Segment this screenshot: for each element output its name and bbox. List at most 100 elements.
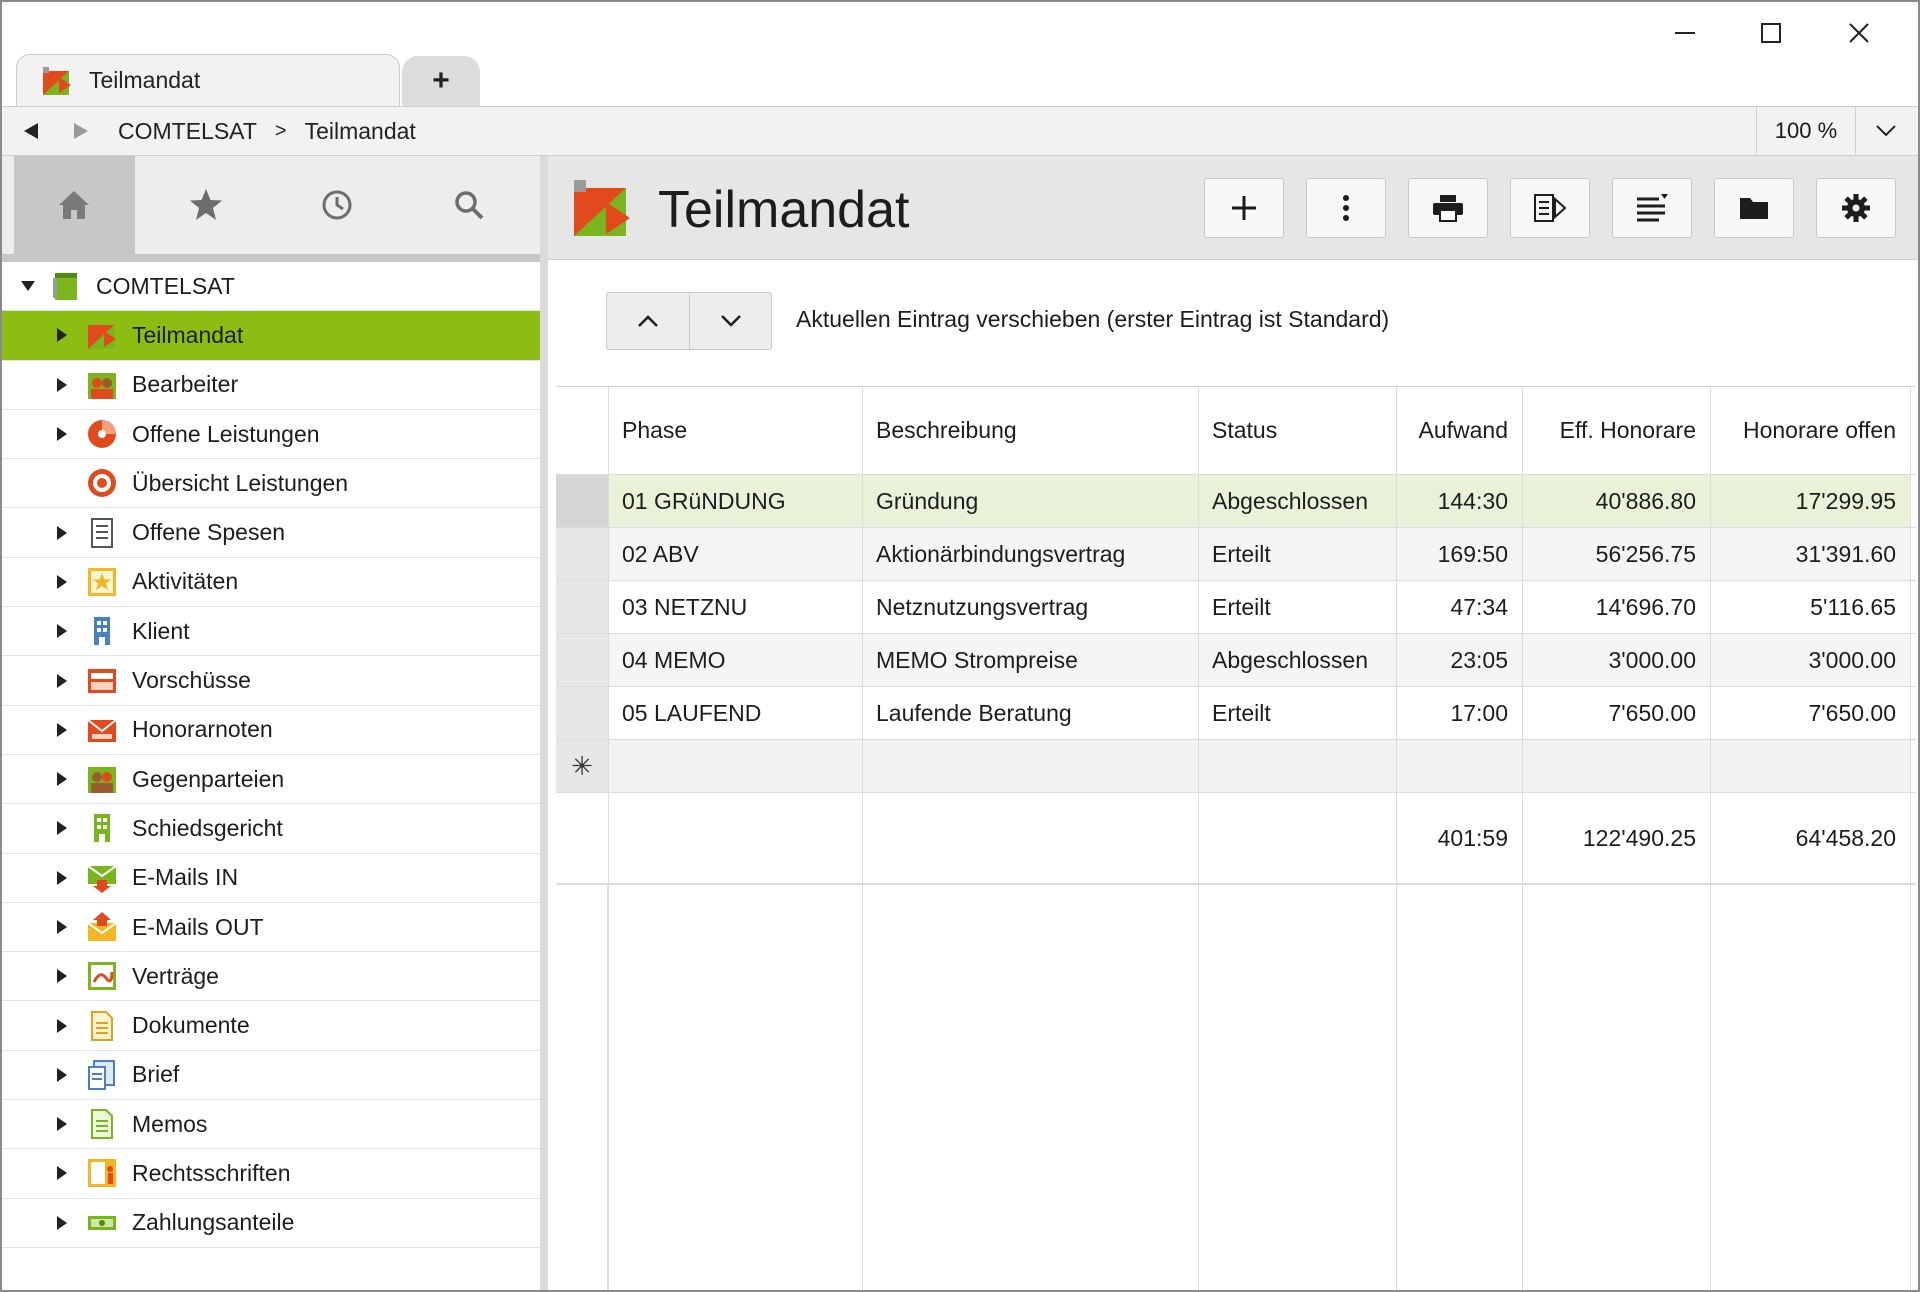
column-header-status[interactable]: Status: [1198, 387, 1396, 474]
cell-aufwand[interactable]: 17:00: [1396, 687, 1522, 739]
expand-icon[interactable]: [52, 720, 72, 740]
cell-honorare-offen[interactable]: 5'116.65: [1710, 581, 1910, 633]
sidebar-item-aktivitaeten[interactable]: Aktivitäten: [2, 558, 540, 608]
cell-status[interactable]: Abgeschlossen: [1198, 634, 1396, 686]
tree-root-comtelsat[interactable]: COMTELSAT: [2, 262, 540, 312]
sidebar-tab-search[interactable]: [409, 156, 530, 254]
sidebar-item-klient[interactable]: Klient: [2, 607, 540, 657]
cell-aufwand[interactable]: 47:34: [1396, 581, 1522, 633]
cell-phase[interactable]: 04 MEMO: [608, 634, 862, 686]
cell-beschreibung[interactable]: Netznutzungsvertrag: [862, 581, 1198, 633]
cell-honorare-offen[interactable]: 3'000.00: [1710, 634, 1910, 686]
row-selector[interactable]: [556, 687, 608, 739]
tab-teilmandat[interactable]: Teilmandat: [16, 54, 400, 106]
table-row[interactable]: 02 ABV Aktionärbindungsvertrag Erteilt 1…: [556, 528, 1916, 581]
new-row-cells[interactable]: [608, 740, 1910, 792]
cell-eff-honorare[interactable]: 56'256.75: [1522, 528, 1710, 580]
sidebar-item-zahlungsanteile[interactable]: Zahlungsanteile: [2, 1199, 540, 1248]
cell-beschreibung[interactable]: MEMO Strompreise: [862, 634, 1198, 686]
sort-button[interactable]: [1612, 178, 1692, 238]
expand-icon[interactable]: [52, 818, 72, 838]
expand-icon[interactable]: [52, 1065, 72, 1085]
table-row[interactable]: 03 NETZNU Netznutzungsvertrag Erteilt 47…: [556, 581, 1916, 634]
cell-aufwand[interactable]: 169:50: [1396, 528, 1522, 580]
row-selector[interactable]: [556, 475, 608, 527]
zoom-dropdown-button[interactable]: [1864, 107, 1908, 155]
expand-icon[interactable]: [52, 1213, 72, 1233]
cell-eff-honorare[interactable]: 7'650.00: [1522, 687, 1710, 739]
move-up-button[interactable]: [607, 293, 689, 349]
cell-status[interactable]: Erteilt: [1198, 581, 1396, 633]
expand-icon[interactable]: [52, 1163, 72, 1183]
column-header-beschreibung[interactable]: Beschreibung: [862, 387, 1198, 474]
sidebar-item-offene-spesen[interactable]: Offene Spesen: [2, 508, 540, 558]
expand-icon[interactable]: [52, 769, 72, 789]
sidebar-item-emails-out[interactable]: E-Mails OUT: [2, 903, 540, 953]
print-button[interactable]: [1408, 178, 1488, 238]
cell-status[interactable]: Erteilt: [1198, 687, 1396, 739]
sidebar-item-dokumente[interactable]: Dokumente: [2, 1001, 540, 1051]
settings-button[interactable]: [1816, 178, 1896, 238]
sidebar-item-uebersicht-leistungen[interactable]: Übersicht Leistungen: [2, 459, 540, 509]
column-divider[interactable]: [862, 387, 863, 1290]
expand-icon[interactable]: [52, 671, 72, 691]
cell-eff-honorare[interactable]: 14'696.70: [1522, 581, 1710, 633]
expand-icon[interactable]: [52, 523, 72, 543]
column-divider[interactable]: [1198, 387, 1199, 1290]
minimize-button[interactable]: [1642, 8, 1728, 58]
sidebar-item-teilmandat[interactable]: Teilmandat: [2, 311, 540, 361]
cell-phase[interactable]: 01 GRüNDUNG: [608, 475, 862, 527]
cell-eff-honorare[interactable]: 3'000.00: [1522, 634, 1710, 686]
expand-icon[interactable]: [52, 966, 72, 986]
sidebar-tab-history[interactable]: [277, 156, 398, 254]
cell-honorare-offen[interactable]: 7'650.00: [1710, 687, 1910, 739]
cell-honorare-offen[interactable]: 31'391.60: [1710, 528, 1910, 580]
new-tab-button[interactable]: +: [402, 56, 480, 106]
sidebar-tab-favorites[interactable]: [146, 156, 267, 254]
column-header-honorare-offen[interactable]: Honorare offen: [1710, 387, 1910, 474]
back-button[interactable]: [6, 106, 56, 156]
column-divider[interactable]: [1522, 387, 1523, 1290]
sidebar-item-vorschuesse[interactable]: Vorschüsse: [2, 656, 540, 706]
expand-icon[interactable]: [52, 1016, 72, 1036]
cell-beschreibung[interactable]: Aktionärbindungsvertrag: [862, 528, 1198, 580]
more-button[interactable]: [1306, 178, 1386, 238]
row-selector[interactable]: [556, 528, 608, 580]
forward-button[interactable]: [56, 106, 106, 156]
expand-icon[interactable]: [52, 325, 72, 345]
cell-eff-honorare[interactable]: 40'886.80: [1522, 475, 1710, 527]
column-header-phase[interactable]: Phase: [608, 387, 862, 474]
row-selector[interactable]: [556, 581, 608, 633]
expand-icon[interactable]: [52, 868, 72, 888]
sidebar-item-memos[interactable]: Memos: [2, 1100, 540, 1150]
cell-phase[interactable]: 05 LAUFEND: [608, 687, 862, 739]
column-header-aufwand[interactable]: Aufwand: [1396, 387, 1522, 474]
collapse-icon[interactable]: [18, 276, 38, 296]
table-row[interactable]: 05 LAUFEND Laufende Beratung Erteilt 17:…: [556, 687, 1916, 740]
cell-honorare-offen[interactable]: 17'299.95: [1710, 475, 1910, 527]
move-down-button[interactable]: [689, 293, 771, 349]
new-row[interactable]: ✳: [556, 740, 1916, 793]
column-divider[interactable]: [1710, 387, 1711, 1290]
table-row[interactable]: 01 GRüNDUNG Gründung Abgeschlossen 144:3…: [556, 475, 1916, 528]
sidebar-item-brief[interactable]: Brief: [2, 1051, 540, 1101]
expand-icon[interactable]: [52, 375, 72, 395]
sidebar-item-vertraege[interactable]: Verträge: [2, 952, 540, 1002]
sidebar-item-offene-leistungen[interactable]: Offene Leistungen: [2, 410, 540, 460]
column-header-eff-honorare[interactable]: Eff. Honorare: [1522, 387, 1710, 474]
expand-icon[interactable]: [52, 572, 72, 592]
cell-beschreibung[interactable]: Laufende Beratung: [862, 687, 1198, 739]
sidebar-item-schiedsgericht[interactable]: Schiedsgericht: [2, 804, 540, 854]
column-divider[interactable]: [1396, 387, 1397, 1290]
breadcrumb-teilmandat[interactable]: Teilmandat: [305, 118, 416, 145]
sidebar-tab-home[interactable]: [14, 156, 135, 254]
cell-phase[interactable]: 02 ABV: [608, 528, 862, 580]
expand-icon[interactable]: [52, 1114, 72, 1134]
cell-aufwand[interactable]: 144:30: [1396, 475, 1522, 527]
add-button[interactable]: [1204, 178, 1284, 238]
folder-button[interactable]: [1714, 178, 1794, 238]
close-button[interactable]: [1816, 8, 1902, 58]
table-row[interactable]: 04 MEMO MEMO Strompreise Abgeschlossen 2…: [556, 634, 1916, 687]
sidebar-item-honorarnoten[interactable]: Honorarnoten: [2, 706, 540, 755]
sidebar-item-rechtsschriften[interactable]: Rechtsschriften: [2, 1149, 540, 1199]
